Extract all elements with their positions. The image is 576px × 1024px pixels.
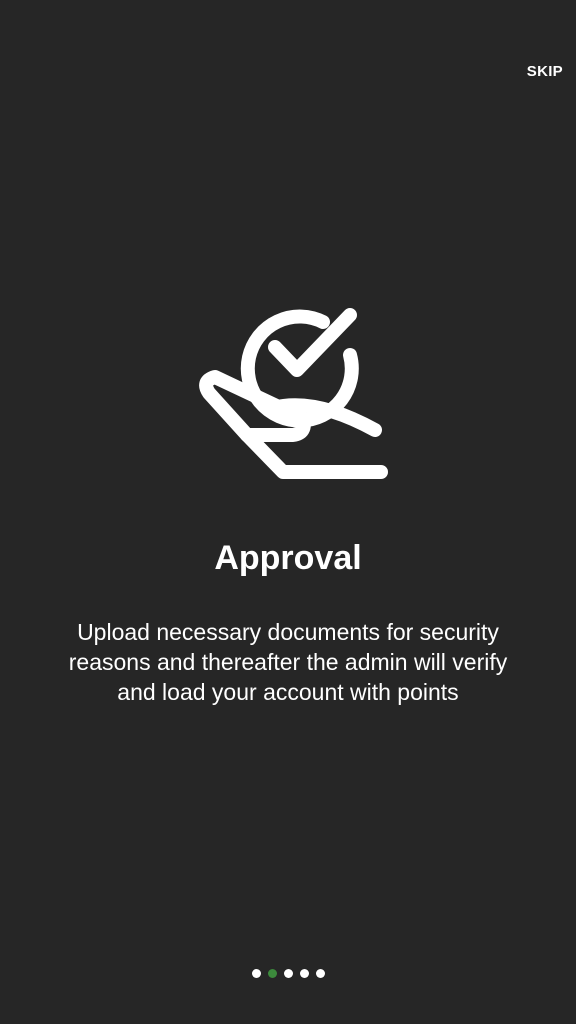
- page-dot-1[interactable]: [251, 969, 261, 978]
- slide-title: Approval: [214, 539, 362, 577]
- page-dot-5[interactable]: [315, 969, 325, 978]
- page-dot-4[interactable]: [299, 969, 309, 978]
- slide-description: Upload necessary documents for security …: [68, 619, 508, 705]
- page-dot-2-active[interactable]: [267, 969, 277, 978]
- page-indicator: [0, 969, 576, 978]
- skip-button[interactable]: SKIP: [527, 63, 563, 80]
- page-dot-3[interactable]: [283, 969, 293, 978]
- approval-hand-check-icon: [185, 285, 391, 491]
